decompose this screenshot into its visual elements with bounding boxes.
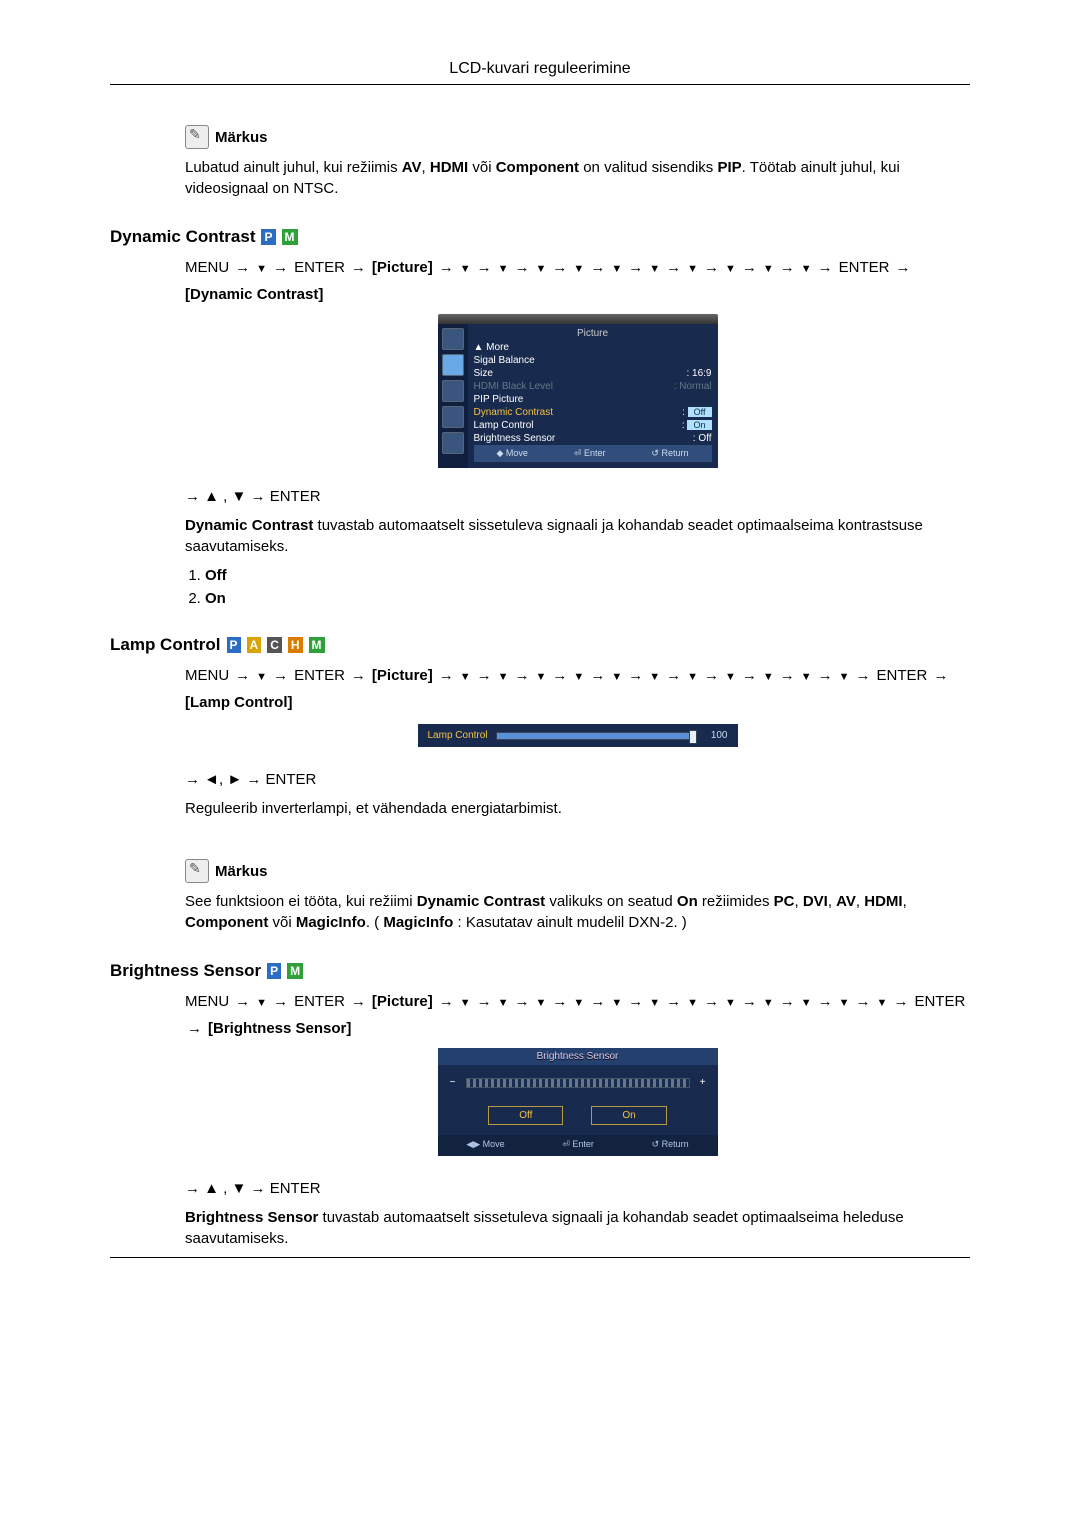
note-label: Märkus: [215, 863, 268, 880]
nav-after-dc: → ▲ , ▼ → ENTER: [185, 486, 970, 507]
list-item: On: [205, 590, 970, 607]
list-item: Off: [205, 567, 970, 584]
osd-button-on: On: [591, 1106, 666, 1125]
note-label: Märkus: [215, 129, 268, 146]
intro-paragraph: Lubatud ainult juhul, kui režiimis AV, H…: [185, 157, 970, 199]
osd-brightness-sensor: Brightness Sensor − + Off On ◀▶ Move ⏎ E…: [438, 1048, 718, 1156]
divider: [110, 1257, 970, 1258]
menu-path-brightness: MENU→→ENTER→ [Picture] →→→ →→→ →→→ →→→→ …: [185, 991, 970, 1040]
lamp-note-text: See funktsioon ei tööta, kui režiimi Dyn…: [185, 891, 970, 933]
slider-knob-icon: [689, 730, 697, 744]
desc-brightness-sensor: Brightness Sensor tuvastab automaatselt …: [185, 1207, 970, 1249]
minus-icon: −: [448, 1077, 458, 1088]
plus-icon: +: [698, 1077, 708, 1088]
section-lamp-control-heading: Lamp Control PACHM: [110, 635, 970, 655]
slider-track: [496, 732, 694, 740]
mode-c-icon: C: [267, 637, 282, 653]
note-row: Märkus: [185, 125, 970, 149]
menu-path-dynamic-contrast: MENU→→ENTER→ [Picture] →→→ →→→ →→→ →→ EN…: [185, 257, 970, 306]
osd-title: Picture: [474, 326, 712, 341]
mode-p-icon: P: [267, 963, 281, 979]
nav-after-brsensor: → ▲ , ▼ → ENTER: [185, 1178, 970, 1199]
desc-lamp: Reguleerib inverterlampi, et vähendada e…: [185, 798, 970, 819]
note-icon: [185, 125, 209, 149]
page-header: LCD-kuvari reguleerimine: [110, 60, 970, 78]
mode-p-icon: P: [261, 229, 275, 245]
nav-after-lamp: → ◄, ► → ENTER: [185, 769, 970, 790]
note-icon: [185, 859, 209, 883]
osd-side-icon: [442, 406, 464, 428]
mode-p-icon: P: [227, 637, 241, 653]
osd-side-icon: [442, 432, 464, 454]
osd-picture-menu: Picture ▲ More Sigal Balance Size: 16:9 …: [438, 314, 718, 468]
osd-side-icon: [442, 380, 464, 402]
note-row: Märkus: [185, 859, 970, 883]
osd-side-icon: [442, 354, 464, 376]
slider-track: [466, 1078, 690, 1088]
osd-button-off: Off: [488, 1106, 563, 1125]
menu-path-lamp: MENU→→ENTER→ [Picture] →→→ →→→ →→→ →→→ E…: [185, 665, 970, 714]
mode-m-icon: M: [282, 229, 298, 245]
section-dynamic-contrast-heading: Dynamic Contrast PM: [110, 227, 970, 247]
divider: [110, 84, 970, 85]
mode-m-icon: M: [287, 963, 303, 979]
osd-lamp-label: Lamp Control: [428, 730, 488, 741]
osd-brsensor-title: Brightness Sensor: [438, 1048, 718, 1065]
desc-dynamic-contrast: Dynamic Contrast tuvastab automaatselt s…: [185, 515, 970, 557]
osd-side-icon: [442, 328, 464, 350]
options-list-dc: Off On: [205, 567, 970, 607]
mode-h-icon: H: [288, 637, 303, 653]
section-brightness-sensor-heading: Brightness Sensor PM: [110, 961, 970, 981]
osd-lamp-slider: Lamp Control 100: [418, 724, 738, 747]
mode-m-icon: M: [309, 637, 325, 653]
osd-lamp-value: 100: [702, 730, 728, 741]
mode-a-icon: A: [247, 637, 262, 653]
